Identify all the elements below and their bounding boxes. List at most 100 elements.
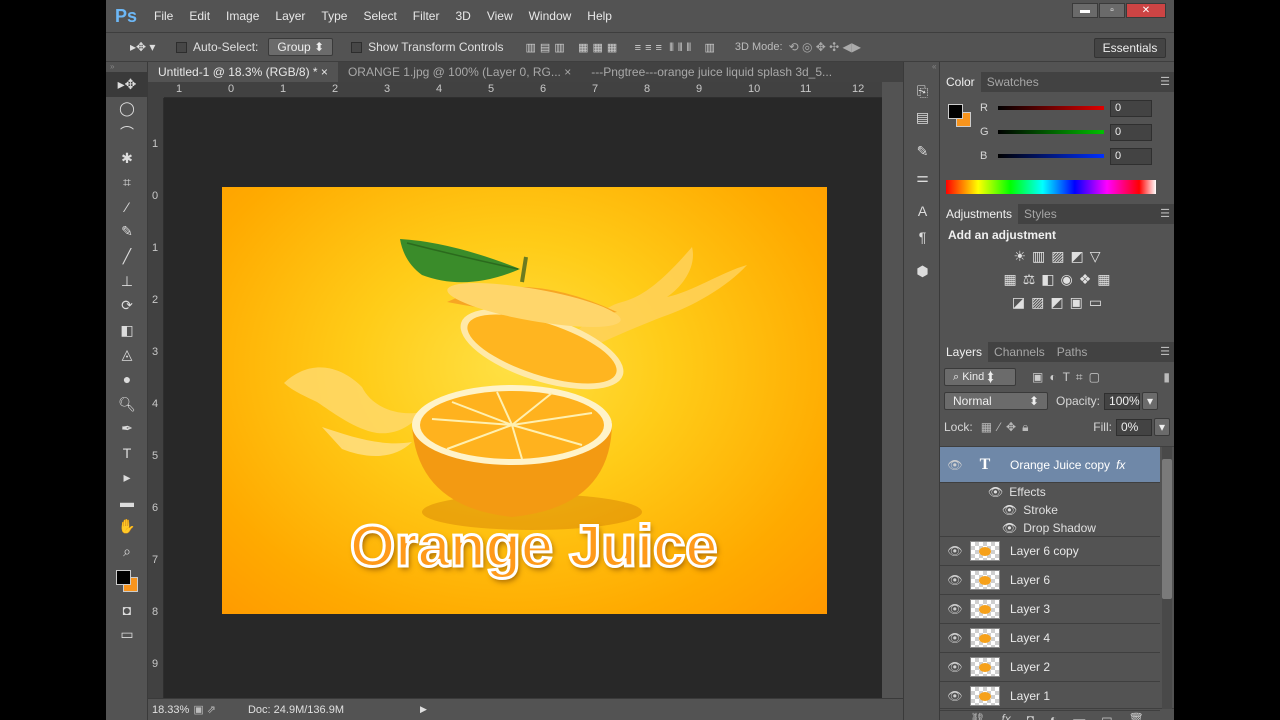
align-buttons[interactable]: ▥ ▤ ▥ ▦ ▦ ▦ ≡ ≡ ≡ ⫴ ⫴ ⫴ ▥: [524, 40, 717, 55]
blue-slider[interactable]: [998, 154, 1104, 158]
magic-wand-icon[interactable]: ✱: [106, 146, 148, 171]
paragraph-panel-icon[interactable]: ¶: [904, 224, 941, 250]
properties-panel-icon[interactable]: ▤: [904, 104, 941, 130]
tab-adjustments[interactable]: Adjustments: [940, 204, 1019, 224]
color-lookup-icon[interactable]: ▦: [1097, 271, 1110, 288]
layer-row[interactable]: 👁︎ Layer 1: [940, 682, 1160, 711]
menu-file[interactable]: File: [146, 0, 181, 32]
delete-layer-icon[interactable]: 🗑︎: [1129, 712, 1144, 720]
zoom-icon[interactable]: ⌕: [106, 539, 148, 564]
lock-icons[interactable]: ▦⁄✥🔒︎: [981, 420, 1035, 435]
tab-orange-1[interactable]: ORANGE 1.jpg @ 100% (Layer 0, RG... ×: [338, 62, 581, 82]
fill-dropdown[interactable]: ▾: [1153, 418, 1170, 436]
auto-select-checkbox[interactable]: [176, 40, 193, 54]
menu-view[interactable]: View: [479, 0, 521, 32]
tab-layers[interactable]: Layers: [940, 342, 989, 362]
opacity-dropdown[interactable]: ▾: [1142, 392, 1159, 410]
effect-eye-icon[interactable]: 👁︎: [1002, 521, 1017, 535]
color-balance-icon[interactable]: ⚖: [1023, 271, 1036, 288]
eraser-icon[interactable]: ◧: [106, 318, 148, 343]
type-tool-icon[interactable]: T: [106, 441, 148, 466]
visibility-eye-icon[interactable]: 👁︎: [940, 544, 970, 558]
character-panel-icon[interactable]: A: [904, 198, 941, 224]
tab-color[interactable]: Color: [940, 72, 981, 92]
layer-row[interactable]: 👁︎ Layer 3: [940, 595, 1160, 624]
layer-fx-icon[interactable]: fx: [1116, 458, 1125, 472]
menu-select[interactable]: Select: [355, 0, 404, 32]
new-adjustment-icon[interactable]: ◐: [1050, 712, 1057, 720]
photo-filter-icon[interactable]: ◉: [1061, 271, 1073, 288]
layer-name[interactable]: Layer 2: [1010, 660, 1050, 674]
add-style-icon[interactable]: fx: [1001, 712, 1010, 720]
effect-drop-shadow-row[interactable]: 👁︎ Drop Shadow: [940, 519, 1160, 537]
3d-mode-buttons[interactable]: ⟲ ◎ ✥ ✣ ◀▶: [789, 40, 861, 54]
tab-pngtree[interactable]: ---Pngtree---orange juice liquid splash …: [581, 62, 841, 82]
status-menu-arrow-icon[interactable]: ▶: [420, 704, 427, 715]
layer-row[interactable]: 👁︎ Layer 6: [940, 566, 1160, 595]
tab-close-icon[interactable]: ×: [321, 65, 328, 79]
ellipse-marquee-icon[interactable]: ◯: [106, 97, 148, 122]
blue-value[interactable]: 0: [1110, 147, 1152, 165]
tab-close-icon[interactable]: ×: [564, 65, 571, 79]
posterize-icon[interactable]: ▨: [1031, 294, 1044, 311]
canvas-area[interactable]: Orange Juice: [164, 98, 882, 698]
red-value[interactable]: 0: [1110, 99, 1152, 117]
effects-row[interactable]: 👁︎ Effects: [940, 483, 1160, 501]
green-value[interactable]: 0: [1110, 123, 1152, 141]
exposure-icon[interactable]: ◩: [1071, 248, 1084, 265]
brush-panel-icon[interactable]: ✎: [904, 138, 941, 164]
menu-layer[interactable]: Layer: [267, 0, 313, 32]
blend-mode-dropdown[interactable]: Normal ⬍: [944, 392, 1048, 410]
layers-scrollbar[interactable]: [1162, 447, 1172, 709]
effect-eye-icon[interactable]: 👁︎: [1002, 503, 1017, 517]
gradient-map-icon[interactable]: ▭: [1089, 294, 1102, 311]
menu-help[interactable]: Help: [579, 0, 620, 32]
green-slider[interactable]: [998, 130, 1104, 134]
tab-styles[interactable]: Styles: [1018, 204, 1063, 224]
layer-name[interactable]: Layer 4: [1010, 631, 1050, 645]
panel-menu-icon[interactable]: ☰: [1160, 75, 1170, 88]
layers-scroll-thumb[interactable]: [1162, 459, 1172, 599]
visibility-eye-icon[interactable]: 👁︎: [940, 631, 970, 645]
screen-mode-icon[interactable]: ▭: [106, 622, 148, 647]
move-tool-icon[interactable]: ▸✥ ▾: [130, 40, 170, 54]
quick-mask-icon[interactable]: ◘: [106, 598, 148, 623]
filter-toggle[interactable]: ▮: [1163, 370, 1170, 384]
workspace-dropdown[interactable]: Essentials: [1094, 38, 1166, 58]
visibility-eye-icon[interactable]: 👁︎: [940, 689, 970, 703]
new-group-icon[interactable]: ▬: [1073, 712, 1085, 720]
layer-name[interactable]: Layer 1: [1010, 689, 1050, 703]
layer-row[interactable]: 👁︎ Layer 4: [940, 624, 1160, 653]
curves-icon[interactable]: ▨: [1051, 248, 1064, 265]
black-white-icon[interactable]: ◧: [1041, 271, 1054, 288]
eyedropper-icon[interactable]: ⁄: [106, 195, 148, 220]
menu-image[interactable]: Image: [218, 0, 267, 32]
close-button[interactable]: ✕: [1126, 3, 1166, 18]
visibility-eye-icon[interactable]: 👁︎: [940, 602, 970, 616]
visibility-eye-icon[interactable]: 👁︎: [940, 660, 970, 674]
brightness-icon[interactable]: ☀: [1013, 248, 1026, 265]
panel-menu-icon[interactable]: ☰: [1160, 345, 1170, 358]
menu-filter[interactable]: Filter: [405, 0, 448, 32]
link-layers-icon[interactable]: ⛓: [970, 712, 985, 720]
invert-icon[interactable]: ◪: [1012, 294, 1025, 311]
rectangle-icon[interactable]: ▬: [106, 490, 148, 515]
layer-row[interactable]: 👁︎ Layer 2: [940, 653, 1160, 682]
menu-type[interactable]: Type: [313, 0, 355, 32]
levels-icon[interactable]: ▥: [1032, 248, 1045, 265]
opacity-value[interactable]: 100%: [1104, 392, 1141, 410]
tab-channels[interactable]: Channels: [988, 342, 1051, 362]
tab-paths[interactable]: Paths: [1051, 342, 1094, 362]
hand-icon[interactable]: ✋: [106, 515, 148, 540]
visibility-eye-icon[interactable]: 👁︎: [940, 573, 970, 587]
pen-icon[interactable]: ✒: [106, 416, 148, 441]
crop-icon[interactable]: ⌗: [106, 170, 148, 195]
color-swatches[interactable]: [106, 564, 147, 598]
history-panel-icon[interactable]: ⎘: [904, 78, 941, 104]
menu-3d[interactable]: 3D: [447, 0, 478, 32]
layer-row[interactable]: 👁︎ Layer 6 copy: [940, 537, 1160, 566]
path-selection-icon[interactable]: ▸: [106, 466, 148, 491]
layer-name[interactable]: Layer 3: [1010, 602, 1050, 616]
brush-icon[interactable]: ╱: [106, 244, 148, 269]
selective-color-icon[interactable]: ▣: [1070, 294, 1083, 311]
